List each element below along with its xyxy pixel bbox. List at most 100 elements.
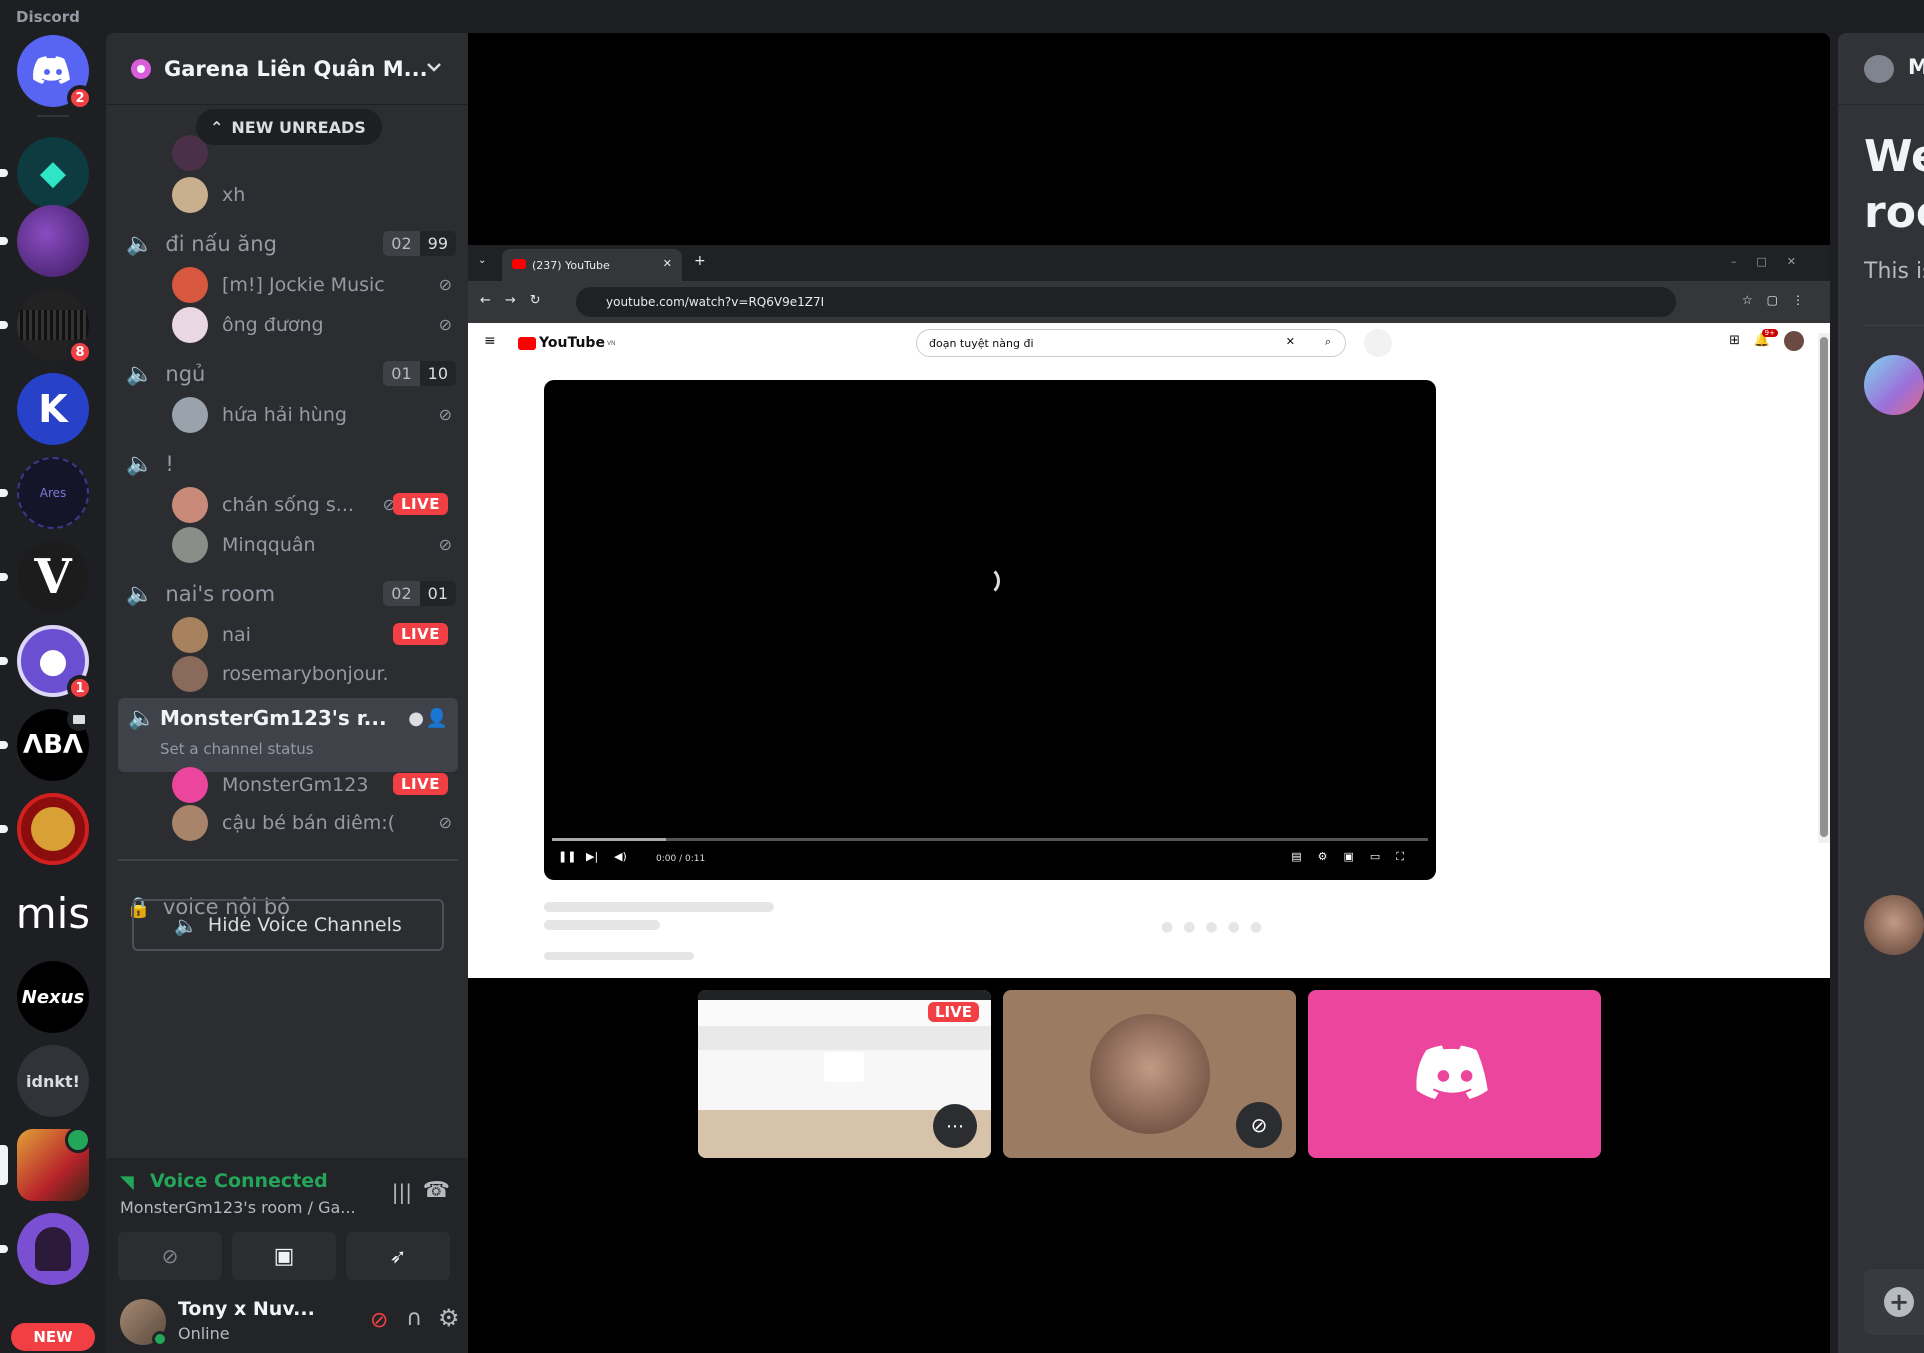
server-mis[interactable]: mis [17,877,89,949]
voice-channel-bang[interactable]: 🔈 ! [126,444,456,484]
disconnect-icon[interactable]: ☎ [423,1178,450,1203]
new-tab-icon[interactable]: + [694,253,706,269]
headphones-icon[interactable]: ∩ [406,1306,422,1331]
server-garena[interactable] [0,1127,91,1201]
dog-icon [31,807,75,851]
chat-bubble-icon[interactable]: ● [408,708,424,729]
unread-pill [0,237,8,245]
rail-separator [37,115,69,117]
message-avatar[interactable] [1864,895,1924,955]
page-scrollbar[interactable] [1818,333,1830,843]
player-controls-right[interactable]: ▤⚙▣▭⛶ [1291,850,1420,864]
voice-channel-monster-active[interactable]: 🔈 MonsterGm123's r... ● 👤 Set a channel … [118,698,458,772]
screen-share-button[interactable]: ▣ [232,1232,336,1280]
close-tab-icon[interactable]: ✕ [663,257,672,270]
more-options-icon[interactable]: ⋯ [933,1104,977,1148]
guild-name: Garena Liên Quân M... [164,56,428,81]
server-8[interactable]: ● 1 [0,625,93,701]
voice-user[interactable]: nai LIVE [172,615,452,655]
server-ares[interactable]: Ares [0,457,89,529]
online-status-icon [152,1331,168,1347]
server-v[interactable]: V [0,541,89,613]
user-name[interactable]: Tony x Nuv... [178,1298,315,1320]
avatar-icon [35,1227,71,1271]
guild-header[interactable]: Garena Liên Quân M... [106,33,468,105]
window-controls[interactable]: –□✕ [1731,255,1816,268]
clear-icon[interactable]: ✕ [1286,335,1295,348]
unread-pill [0,741,8,749]
speaker-icon: 🔈 [126,231,154,257]
server-3[interactable] [0,205,89,277]
speaker-icon: 🔈 [128,706,156,731]
server-aba[interactable]: ΛBΛ [0,707,91,781]
voice-channel-nais-room[interactable]: 🔈 nai's room 02 01 [126,574,456,614]
noise-suppression-icon[interactable]: ||| [392,1180,412,1204]
channel-status[interactable]: Set a channel status [160,740,314,758]
camera-button[interactable]: ⊘ [118,1232,222,1280]
address-bar[interactable]: youtube.com/watch?v=RQ6V9e1Z7I [576,287,1676,317]
nav-icons[interactable]: ←→↻ [480,293,555,308]
speaker-icon: 🔈 [126,581,154,607]
volume-icon[interactable]: ◀) [614,850,627,863]
youtube-favicon-icon [512,259,526,269]
activity-button[interactable]: ➶ [346,1232,450,1280]
server-idnkt[interactable]: idnkt! [17,1045,89,1117]
search-icon[interactable]: ⌕ [1325,335,1331,349]
server-10[interactable] [0,793,89,865]
voice-user[interactable]: ông đương ⊘ [172,305,452,345]
camera-off-icon: ⊘ [161,1244,179,1268]
skeleton-row [544,952,694,960]
new-servers-pill[interactable]: NEW [11,1323,95,1351]
participant-tile-discord[interactable] [1308,990,1601,1158]
youtube-search-input[interactable]: đoạn tuyệt nàng đi ⌕ ✕ [916,329,1346,357]
server-2[interactable]: ◆ [0,137,89,209]
server-nexus[interactable]: Nexus [17,961,89,1033]
voice-channel-di-nau-ang[interactable]: 🔈 đi nấu ăng 02 99 [126,224,456,264]
account-avatar[interactable] [1784,331,1804,351]
voice-user[interactable]: hứa hải hùng ⊘ [172,395,452,435]
progress-bar[interactable] [552,838,1428,841]
chevron-down-icon [427,63,441,72]
menu-icon[interactable]: ≡ [484,333,496,349]
loading-spinner-icon [970,566,1000,596]
server-direct-messages[interactable]: 2 [17,35,93,111]
participant-tile-user[interactable]: ⊘ [1003,990,1296,1158]
screen-share-icon [67,707,91,731]
voice-channel-ngu[interactable]: 🔈 ngủ 01 10 [126,354,456,394]
hide-voice-channels-button[interactable]: 🔈 Hide Voice Channels [132,899,444,951]
server-4[interactable]: 8 [0,289,93,365]
voice-user[interactable]: MonsterGm123 LIVE [172,765,452,805]
server-5[interactable]: K [17,373,89,445]
chat-input[interactable]: + [1864,1269,1924,1335]
new-unreads-pill[interactable]: ⌃ NEW UNREADS [196,109,382,145]
mic-muted-icon[interactable]: ⊘ [370,1308,388,1333]
voice-user[interactable]: chán sống s... ⊘ LIVE [172,485,452,525]
voice-user[interactable]: Minqquân ⊘ [172,525,452,565]
server-15[interactable] [0,1213,89,1285]
message-avatar[interactable] [1864,355,1924,415]
shared-screen-browser[interactable]: ⌄ (237) YouTube ✕ + –□✕ ←→↻ youtube.com/… [468,245,1830,978]
browser-tab[interactable]: (237) YouTube ✕ [502,249,682,281]
voice-user[interactable]: rosemarybonjour. [172,654,452,694]
voice-user[interactable]: [m!] Jockie Music ⊘ [172,265,452,305]
youtube-logo[interactable]: YouTube VN [518,335,616,351]
invite-user-icon[interactable]: 👤 [426,708,448,729]
pause-icon[interactable]: ❚❚ [558,850,576,863]
stream-tile-screen[interactable]: LIVE ⋯ [698,990,991,1158]
live-badge: LIVE [393,493,448,515]
voice-user[interactable]: cậu bé bán diêm:( ⊘ [172,803,452,843]
toolbar-icons[interactable]: ☆▢⋮ [1742,293,1818,307]
voice-user[interactable]: xh [172,175,452,215]
mic-icon[interactable] [1364,329,1392,357]
voice-connected-label[interactable]: Voice Connected [120,1170,328,1192]
add-attachment-icon[interactable]: + [1884,1287,1914,1317]
community-badge-icon [131,58,151,79]
video-player[interactable]: ❚❚ ▶| ◀) 0:00 / 0:11 ▤⚙▣▭⛶ [544,380,1436,880]
create-icon[interactable]: ⊞ [1729,333,1740,348]
discord-logo-icon [1415,1045,1488,1099]
gear-icon[interactable]: ⚙ [438,1304,460,1332]
welcome-line-1: We [1864,131,1924,182]
voice-location[interactable]: MonsterGm123's room / Ga... [120,1198,356,1217]
next-icon[interactable]: ▶| [586,850,598,863]
tab-search-icon[interactable]: ⌄ [478,255,486,266]
